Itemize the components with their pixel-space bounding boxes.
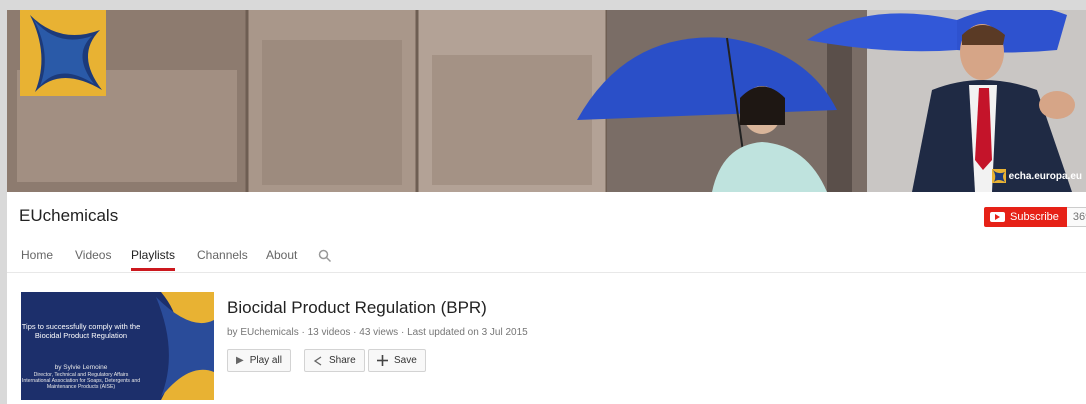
banner-photo [7,10,1086,192]
channel-page: echa.europa.eu EUchemicals Subscribe 369… [7,10,1086,404]
tab-about[interactable]: About [266,248,297,271]
play-all-label: Play all [249,355,282,366]
playlist-meta: by EUchemicals · 13 videos · 43 views · … [227,327,528,338]
search-icon[interactable] [318,249,332,263]
share-button[interactable]: Share [304,349,365,372]
play-icon: ▶ [236,355,244,366]
thumbnail-author: by Sylvie Lemoine Director, Technical an… [21,364,141,391]
subscribe-button[interactable]: Subscribe [984,207,1067,227]
playlist-title[interactable]: Biocidal Product Regulation (BPR) [227,298,487,318]
channel-banner: echa.europa.eu [7,10,1086,192]
banner-url-text: echa.europa.eu [1008,170,1082,182]
thumbnail-author-org: International Association for Soaps, Det… [21,378,141,391]
tab-channels[interactable]: Channels [197,248,248,271]
share-icon [313,355,322,366]
tab-home[interactable]: Home [21,248,53,271]
tab-videos[interactable]: Videos [75,248,111,271]
save-label: Save [394,355,417,366]
tab-playlists[interactable]: Playlists [131,248,176,271]
thumbnail-author-name: by Sylvie Lemoine [54,364,108,371]
banner-website-link[interactable]: echa.europa.eu [991,167,1082,185]
channel-tabs: Home Videos Playlists Channels About [7,242,1086,273]
playlist-thumbnail[interactable]: Tips to successfully comply with the Bio… [21,292,214,400]
play-all-button[interactable]: ▶ Play all [227,349,291,372]
youtube-play-icon [990,212,1005,222]
channel-name[interactable]: EUchemicals [19,206,118,226]
subscriber-count: 369 [1066,207,1086,227]
subscribe-label: Subscribe [1010,211,1059,223]
plus-icon [377,355,388,366]
echa-logo [20,10,106,96]
share-label: Share [329,355,356,366]
echa-mini-logo-icon [991,169,1006,183]
subscribe-widget: Subscribe 369 [984,207,1086,227]
save-button[interactable]: Save [368,349,426,372]
thumbnail-title: Tips to successfully comply with the Bio… [21,322,141,340]
